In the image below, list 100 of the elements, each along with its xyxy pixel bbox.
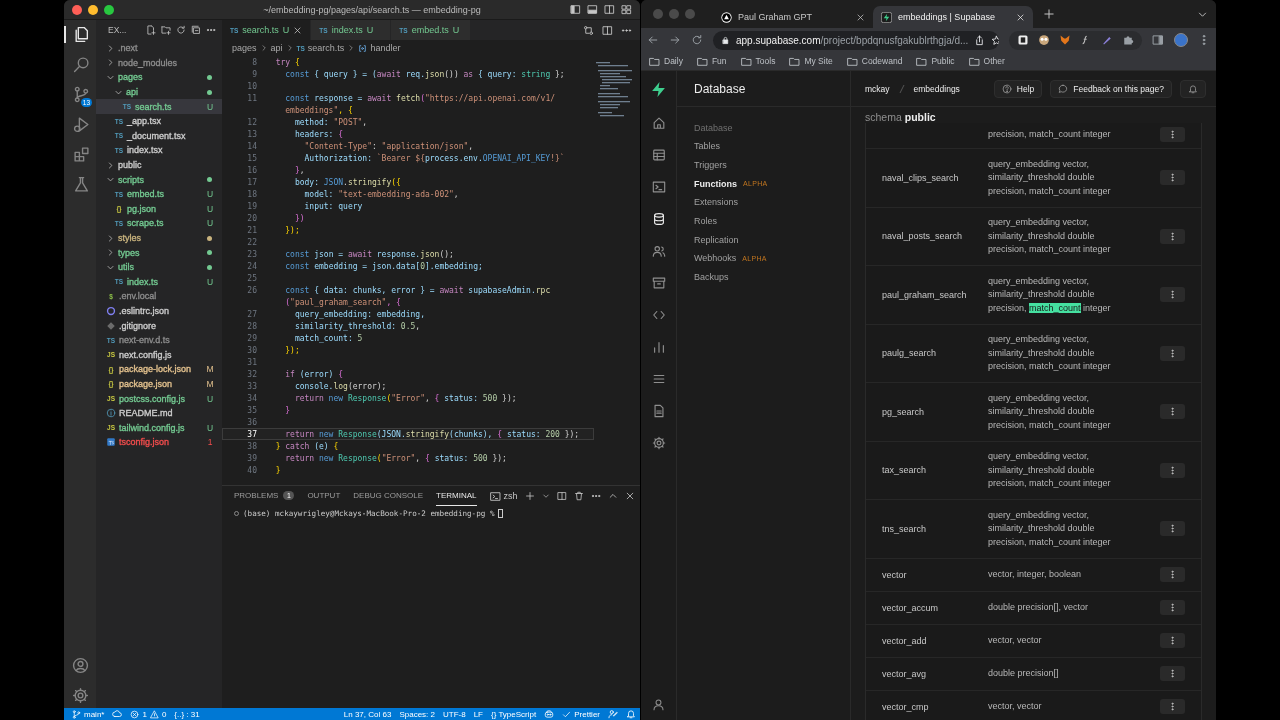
row-menu-button[interactable] bbox=[1160, 567, 1185, 582]
folder-item[interactable]: public bbox=[96, 157, 222, 173]
user-icon[interactable] bbox=[652, 698, 665, 711]
notifications-button[interactable] bbox=[1180, 79, 1206, 98]
nav-item[interactable]: Extensions bbox=[677, 193, 850, 212]
zoom-window-button[interactable] bbox=[104, 4, 114, 15]
browser-tab[interactable]: embeddings | Supabase bbox=[873, 6, 1033, 28]
line-ending-indicator[interactable]: LF bbox=[473, 709, 483, 719]
row-menu-button[interactable] bbox=[1160, 127, 1185, 142]
terminal-shell-button[interactable]: zsh bbox=[489, 490, 518, 502]
code-icon[interactable] bbox=[651, 308, 666, 322]
folder-item[interactable]: node_modules bbox=[96, 55, 222, 71]
cloud-sync-icon[interactable] bbox=[112, 709, 123, 719]
help-button[interactable]: Help bbox=[993, 79, 1043, 98]
settings-icon[interactable] bbox=[651, 436, 666, 450]
new-file-icon[interactable] bbox=[146, 25, 156, 35]
breadcrumb-item[interactable]: embeddings bbox=[913, 83, 960, 94]
bookmark-star-icon[interactable] bbox=[991, 34, 999, 46]
bookmark-folder[interactable]: Codewand bbox=[846, 55, 903, 67]
panel-tab[interactable]: OUTPUT bbox=[307, 486, 341, 506]
schema-selector[interactable]: public bbox=[904, 111, 936, 123]
folder-item[interactable]: .next bbox=[96, 41, 222, 56]
symbol-indicator[interactable]: {..} : 31 bbox=[174, 709, 200, 719]
terminal-icon[interactable] bbox=[651, 180, 666, 194]
file-item[interactable]: tsconfig.json 1 bbox=[96, 435, 222, 450]
trash-icon[interactable] bbox=[573, 491, 584, 501]
minimize-window-button[interactable] bbox=[88, 4, 98, 15]
account-icon[interactable] bbox=[71, 657, 89, 674]
row-menu-button[interactable] bbox=[1160, 345, 1185, 361]
notifications-icon[interactable] bbox=[626, 709, 636, 719]
breadcrumb-item[interactable]: api bbox=[270, 43, 283, 53]
supabase-logo[interactable] bbox=[650, 81, 667, 98]
folder-item[interactable]: api bbox=[96, 84, 222, 100]
formatter-indicator[interactable]: Prettier bbox=[562, 709, 600, 719]
close-icon[interactable] bbox=[293, 25, 303, 35]
indentation-indicator[interactable]: Spaces: 2 bbox=[399, 709, 435, 719]
document-icon[interactable] bbox=[651, 404, 666, 418]
add-terminal-icon[interactable] bbox=[524, 491, 535, 501]
encoding-indicator[interactable]: UTF-8 bbox=[442, 709, 466, 719]
bookmark-folder[interactable]: Daily bbox=[649, 55, 683, 67]
row-menu-button[interactable] bbox=[1160, 462, 1185, 478]
chart-icon[interactable] bbox=[651, 340, 666, 354]
row-menu-button[interactable] bbox=[1160, 633, 1185, 648]
bookmark-folder[interactable]: Public bbox=[916, 55, 955, 67]
compare-icon[interactable] bbox=[583, 24, 594, 36]
forward-icon[interactable] bbox=[669, 34, 681, 46]
copilot-icon[interactable] bbox=[544, 709, 555, 719]
reload-icon[interactable] bbox=[691, 34, 703, 46]
panel-toggle-icon[interactable] bbox=[587, 4, 598, 15]
split-layout-icon[interactable] bbox=[604, 4, 615, 15]
branch-indicator[interactable]: main* bbox=[72, 709, 105, 719]
refresh-icon[interactable] bbox=[176, 25, 186, 35]
new-folder-icon[interactable] bbox=[161, 25, 171, 35]
breadcrumb-item[interactable]: handler bbox=[370, 43, 401, 53]
row-menu-button[interactable] bbox=[1160, 521, 1185, 537]
layout-grid-icon[interactable] bbox=[621, 4, 632, 15]
settings-icon[interactable] bbox=[71, 687, 89, 704]
list-icon[interactable] bbox=[651, 372, 666, 386]
database-icon[interactable] bbox=[651, 212, 666, 226]
close-icon[interactable] bbox=[856, 12, 865, 22]
close-window-button[interactable] bbox=[72, 4, 82, 15]
row-menu-button[interactable] bbox=[1160, 287, 1185, 303]
address-bar[interactable]: app.supabase.com/project/bpdqnusfgakublrthgja/d... bbox=[713, 30, 999, 50]
nav-item[interactable]: Triggers bbox=[677, 155, 850, 175]
fox-icon[interactable] bbox=[1059, 34, 1071, 46]
browser-tab[interactable]: Paul Graham GPT bbox=[713, 6, 873, 28]
row-menu-button[interactable] bbox=[1160, 170, 1185, 186]
file-item[interactable]: README.md bbox=[96, 405, 222, 421]
file-item[interactable]: .gitignore bbox=[96, 318, 222, 333]
pen-icon[interactable] bbox=[1101, 34, 1113, 46]
row-menu-button[interactable] bbox=[1160, 666, 1185, 681]
feedback-icon[interactable] bbox=[608, 709, 618, 719]
close-icon[interactable] bbox=[1016, 12, 1025, 22]
problems-indicator[interactable]: 1 0 bbox=[130, 709, 167, 719]
extension-icon[interactable] bbox=[1038, 34, 1050, 46]
archive-icon[interactable] bbox=[651, 276, 666, 290]
share-icon[interactable] bbox=[974, 34, 986, 46]
nav-item[interactable]: Replication bbox=[677, 230, 850, 250]
home-icon[interactable] bbox=[651, 116, 666, 130]
language-indicator[interactable]: {} TypeScript bbox=[491, 709, 537, 719]
sidebar-toggle-icon[interactable] bbox=[570, 4, 581, 15]
row-menu-button[interactable] bbox=[1160, 699, 1185, 714]
panel-tab[interactable]: TERMINAL bbox=[436, 486, 477, 506]
nav-item[interactable]: Backups bbox=[677, 267, 850, 287]
extension-icon[interactable] bbox=[1017, 34, 1029, 46]
back-icon[interactable] bbox=[647, 34, 659, 46]
bookmark-folder[interactable]: Other bbox=[968, 55, 1005, 67]
new-tab-icon[interactable] bbox=[1043, 8, 1055, 20]
row-menu-button[interactable] bbox=[1160, 404, 1185, 420]
folder-item[interactable]: scripts bbox=[96, 172, 222, 187]
table-icon[interactable] bbox=[651, 148, 666, 162]
chevron-icon[interactable] bbox=[541, 492, 550, 500]
bookmark-folder[interactable]: Tools bbox=[740, 55, 776, 67]
nav-item[interactable]: Tables bbox=[677, 137, 850, 156]
breadcrumb-item[interactable]: pages bbox=[232, 43, 257, 53]
folder-item[interactable]: styles bbox=[96, 230, 222, 246]
row-menu-button[interactable] bbox=[1160, 228, 1185, 244]
breadcrumb-item[interactable]: mckay bbox=[865, 83, 890, 94]
feedback-button[interactable]: Feedback on this page? bbox=[1050, 79, 1172, 98]
folder-item[interactable]: utils bbox=[96, 259, 222, 275]
